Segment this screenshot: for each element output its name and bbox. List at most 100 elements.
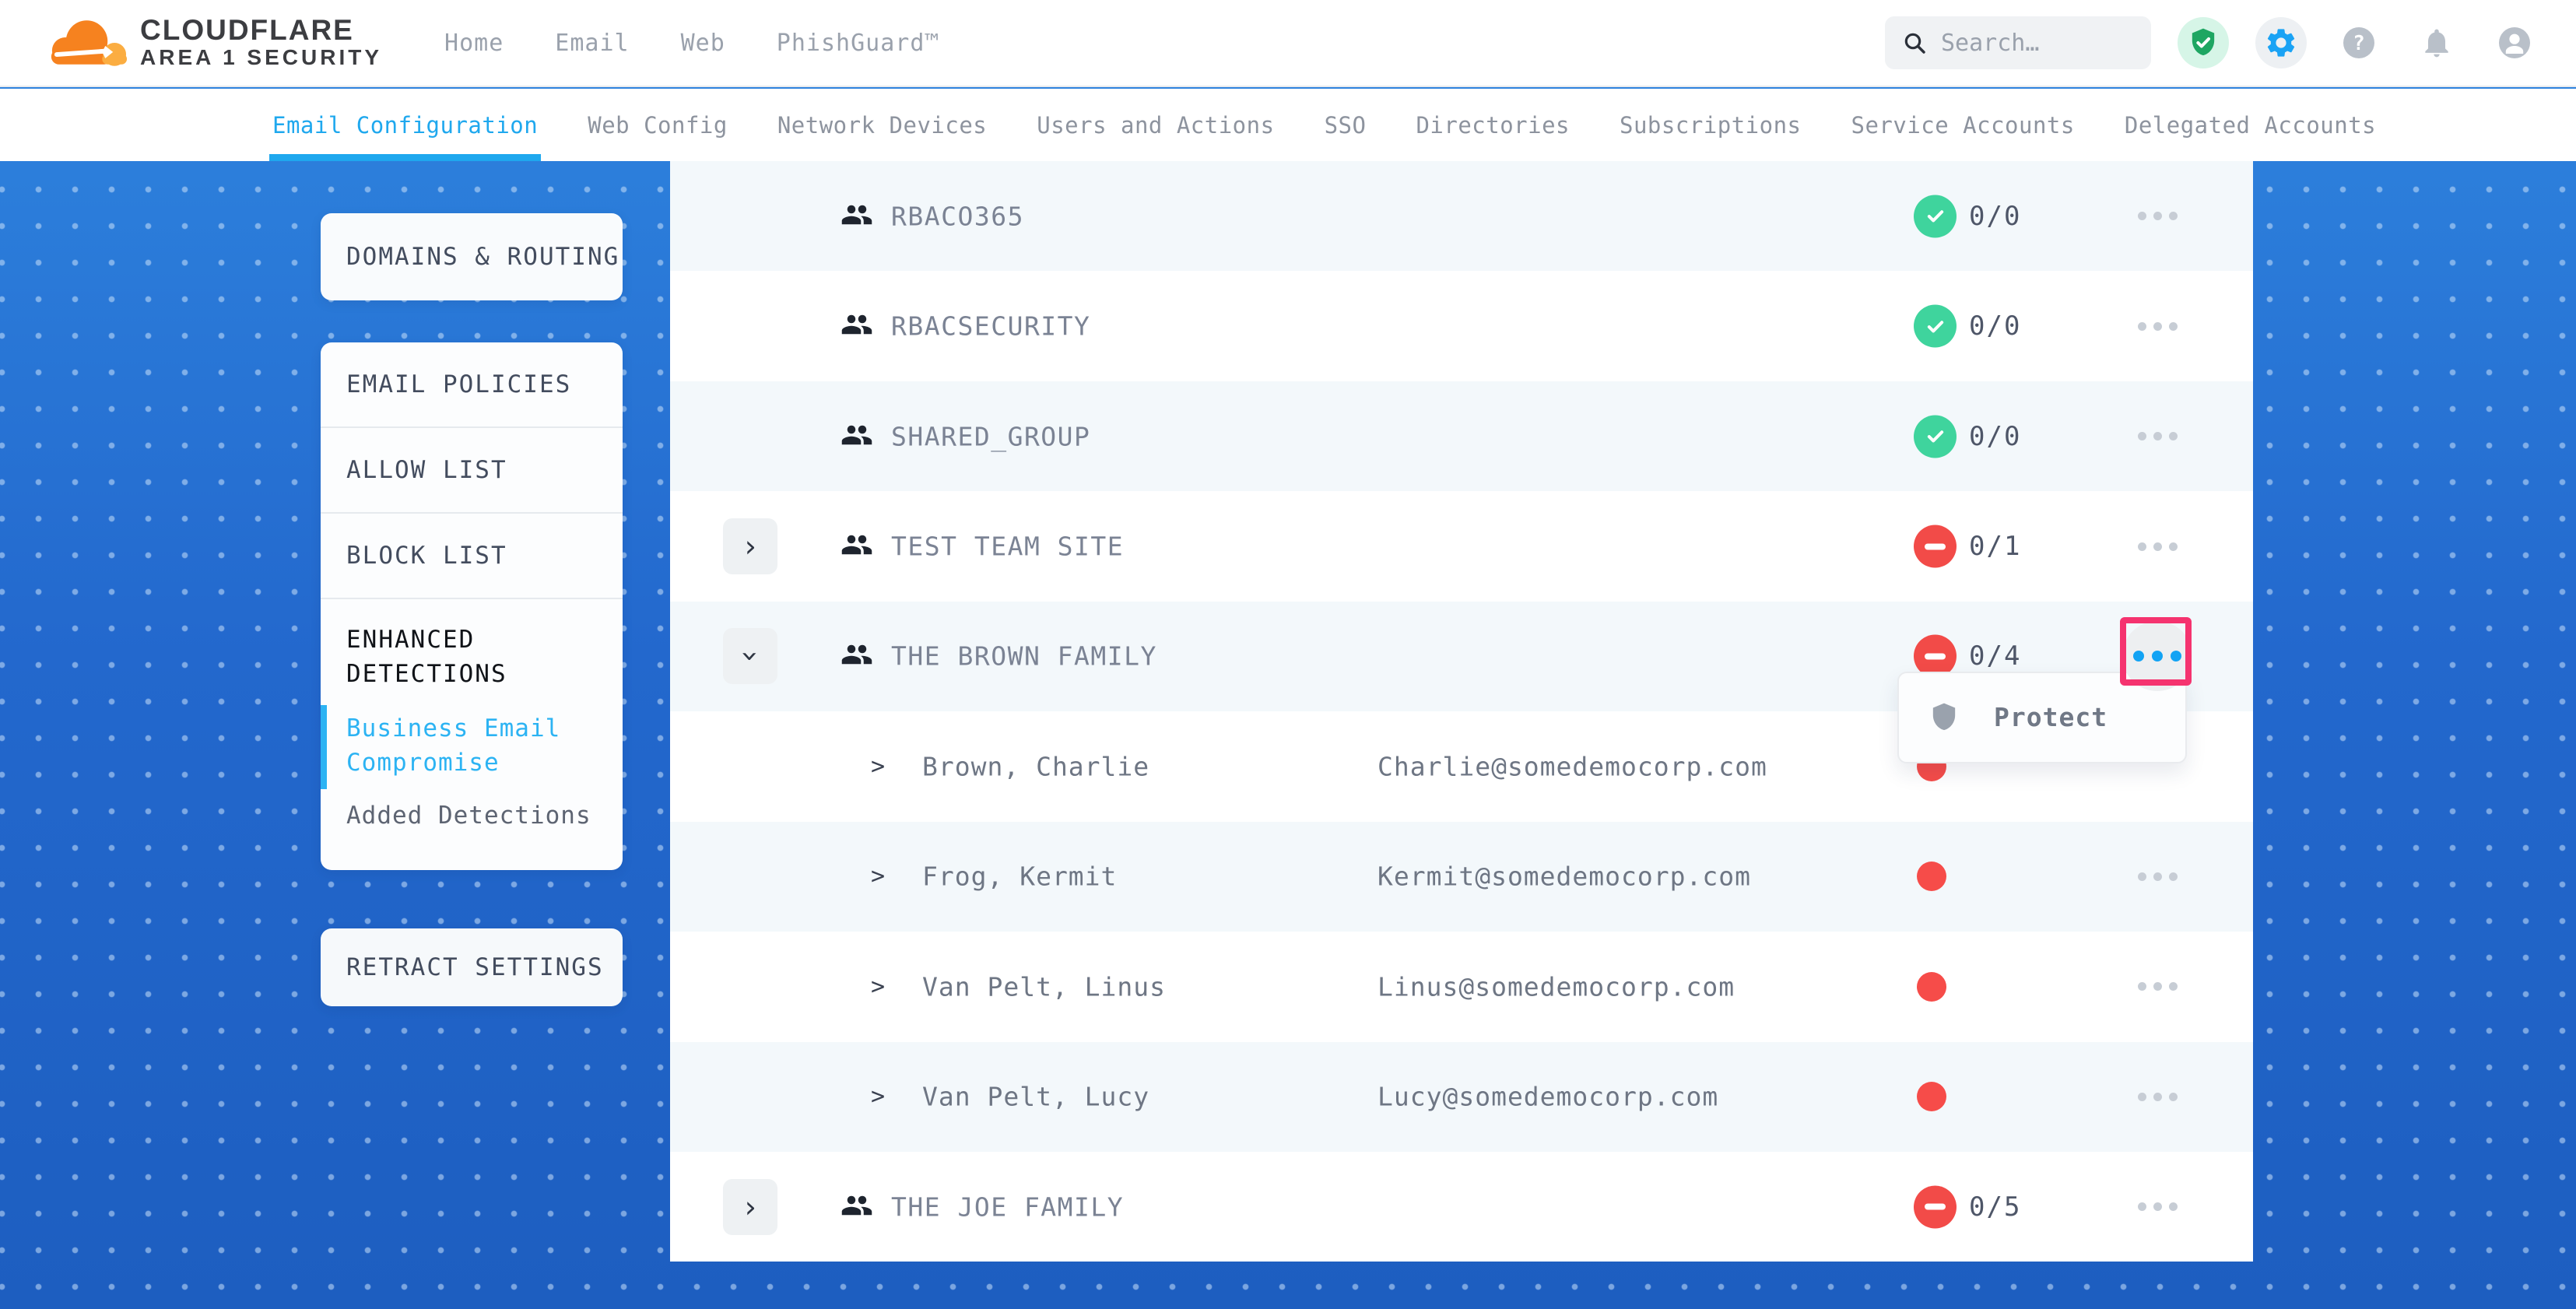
group-icon <box>841 198 873 234</box>
group-name: THE JOE FAMILY <box>891 1191 1124 1222</box>
nav-home[interactable]: Home <box>444 30 504 57</box>
row-menu-button[interactable] <box>2122 181 2192 251</box>
member-name: Van Pelt, Linus <box>922 971 1166 1002</box>
nav-phishguard[interactable]: PhishGuard™ <box>777 30 940 57</box>
sidebar-item-enhanced-detections[interactable]: ENHANCED DETECTIONS <box>346 623 607 691</box>
status-ok-badge <box>1914 305 1957 348</box>
tab-service-accounts[interactable]: Service Accounts <box>1851 89 2075 161</box>
app-header: CLOUDFLARE AREA 1 SECURITY Home Email We… <box>0 0 2576 87</box>
settings-gear-icon[interactable] <box>2255 17 2307 68</box>
member-count: 0/5 <box>1969 1191 2021 1223</box>
member-count: 0/0 <box>1969 421 2021 452</box>
help-icon[interactable]: ? <box>2333 17 2385 68</box>
search-box[interactable] <box>1885 16 2151 69</box>
brand-text: CLOUDFLARE AREA 1 SECURITY <box>140 16 382 70</box>
group-name: RBACO365 <box>891 201 1024 231</box>
sidebar-item-domains-routing[interactable]: DOMAINS & ROUTING <box>321 213 623 300</box>
minus-icon <box>1925 543 1946 549</box>
expand-button[interactable]: › <box>723 1179 777 1235</box>
row-menu-button[interactable] <box>2122 291 2192 361</box>
group-name: RBACSECURITY <box>891 311 1090 342</box>
sidebar-item-added-detections[interactable]: Added Detections <box>346 802 607 830</box>
search-input[interactable] <box>1941 30 2120 57</box>
member-chevron-icon[interactable]: > <box>871 753 885 780</box>
row-menu-button[interactable] <box>2122 511 2192 581</box>
row-menu-button[interactable] <box>2122 1062 2192 1132</box>
sidebar-item-block-list[interactable]: BLOCK LIST <box>321 514 623 598</box>
group-name: SHARED_GROUP <box>891 421 1090 451</box>
sidebar-label: RETRACT SETTINGS <box>346 953 604 981</box>
member-email: Linus@somedemocorp.com <box>1377 971 1735 1002</box>
member-count: 0/0 <box>1969 311 2021 342</box>
primary-nav: Home Email Web PhishGuard™ <box>444 30 939 57</box>
search-icon <box>1902 30 1927 55</box>
table-row-test-team-site: › TEST TEAM SITE 0/1 <box>670 491 2253 601</box>
cloudflare-cloud-icon <box>40 12 129 74</box>
sidebar-section-enhanced-detections: ENHANCED DETECTIONS Business Email Compr… <box>321 599 623 850</box>
tab-delegated-accounts[interactable]: Delegated Accounts <box>2125 89 2376 161</box>
tab-label: Directories <box>1416 112 1570 139</box>
sidebar-label: DOMAINS & ROUTING <box>346 243 619 271</box>
member-chevron-icon[interactable]: > <box>871 863 885 890</box>
member-chevron-icon[interactable]: > <box>871 973 885 1000</box>
table-row-van-pelt-linus: > Van Pelt, Linus Linus@somedemocorp.com <box>670 932 2253 1041</box>
tab-directories[interactable]: Directories <box>1416 89 1570 161</box>
sidebar: DOMAINS & ROUTING EMAIL POLICIES ALLOW L… <box>321 213 623 1006</box>
tab-label: Service Accounts <box>1851 112 2075 139</box>
groups-table: RBACO365 0/0 RBACSECURITY 0/0 SHARED_GRO… <box>670 161 2253 1262</box>
tab-sso[interactable]: SSO <box>1325 89 1367 161</box>
status-error-badge <box>1914 525 1957 568</box>
sidebar-item-retract-settings[interactable]: RETRACT SETTINGS <box>321 928 623 1006</box>
svg-text:?: ? <box>2353 32 2365 55</box>
group-icon <box>841 528 873 564</box>
nav-email[interactable]: Email <box>555 30 629 57</box>
menu-item-protect[interactable]: Protect <box>1994 702 2107 732</box>
member-name: Frog, Kermit <box>922 862 1117 892</box>
tab-web-config[interactable]: Web Config <box>588 89 728 161</box>
sidebar-item-allow-list[interactable]: ALLOW LIST <box>321 428 623 512</box>
row-menu-button-active[interactable] <box>2122 621 2192 691</box>
chevron-right-icon: › <box>742 1192 760 1222</box>
table-row-rbaco365: RBACO365 0/0 <box>670 161 2253 271</box>
active-tab-underline <box>269 154 541 161</box>
member-chevron-icon[interactable]: > <box>871 1083 885 1111</box>
expand-button[interactable]: › <box>723 518 777 574</box>
row-menu-button[interactable] <box>2122 841 2192 911</box>
row-menu-button[interactable] <box>2122 402 2192 472</box>
table-row-van-pelt-lucy: > Van Pelt, Lucy Lucy@somedemocorp.com <box>670 1042 2253 1152</box>
tab-users-and-actions[interactable]: Users and Actions <box>1037 89 1274 161</box>
group-icon <box>841 308 873 344</box>
security-shield-check-icon[interactable] <box>2178 17 2229 68</box>
notifications-bell-icon[interactable] <box>2411 17 2462 68</box>
row-menu-button[interactable] <box>2122 952 2192 1022</box>
row-menu-button[interactable] <box>2122 1172 2192 1242</box>
sidebar-item-business-email-compromise[interactable]: Business Email Compromise <box>346 711 607 780</box>
chevron-right-icon: › <box>742 532 760 561</box>
status-ok-badge <box>1914 415 1957 458</box>
cloudflare-logo[interactable]: CLOUDFLARE AREA 1 SECURITY <box>40 12 382 74</box>
active-item-indicator <box>321 705 327 789</box>
sidebar-item-email-policies[interactable]: EMAIL POLICIES <box>321 342 623 426</box>
member-count: 0/1 <box>1969 531 2021 562</box>
status-error-badge <box>1914 1185 1957 1228</box>
brand-name: CLOUDFLARE <box>140 16 382 45</box>
nav-web[interactable]: Web <box>681 30 725 57</box>
secondary-nav: Email Configuration Web Config Network D… <box>0 89 2576 161</box>
status-ok-badge <box>1914 195 1957 237</box>
group-name: THE BROWN FAMILY <box>891 641 1157 672</box>
sidebar-policies-card: EMAIL POLICIES ALLOW LIST BLOCK LIST ENH… <box>321 342 623 870</box>
tab-label: Users and Actions <box>1037 112 1274 139</box>
user-avatar-icon[interactable] <box>2489 17 2540 68</box>
tab-subscriptions[interactable]: Subscriptions <box>1620 89 1801 161</box>
tab-network-devices[interactable]: Network Devices <box>777 89 987 161</box>
member-name: Brown, Charlie <box>922 751 1149 781</box>
group-name: TEST TEAM SITE <box>891 532 1124 562</box>
member-email: Lucy@somedemocorp.com <box>1377 1082 1718 1112</box>
table-row-the-joe-family: › THE JOE FAMILY 0/5 <box>670 1152 2253 1262</box>
header-right: ? <box>1885 16 2540 69</box>
collapse-button[interactable]: › <box>723 628 777 684</box>
tab-email-configuration[interactable]: Email Configuration <box>272 89 538 161</box>
sidebar-label: BLOCK LIST <box>346 542 507 570</box>
member-count: 0/4 <box>1969 640 2021 672</box>
status-alert-dot <box>1917 1082 1946 1111</box>
